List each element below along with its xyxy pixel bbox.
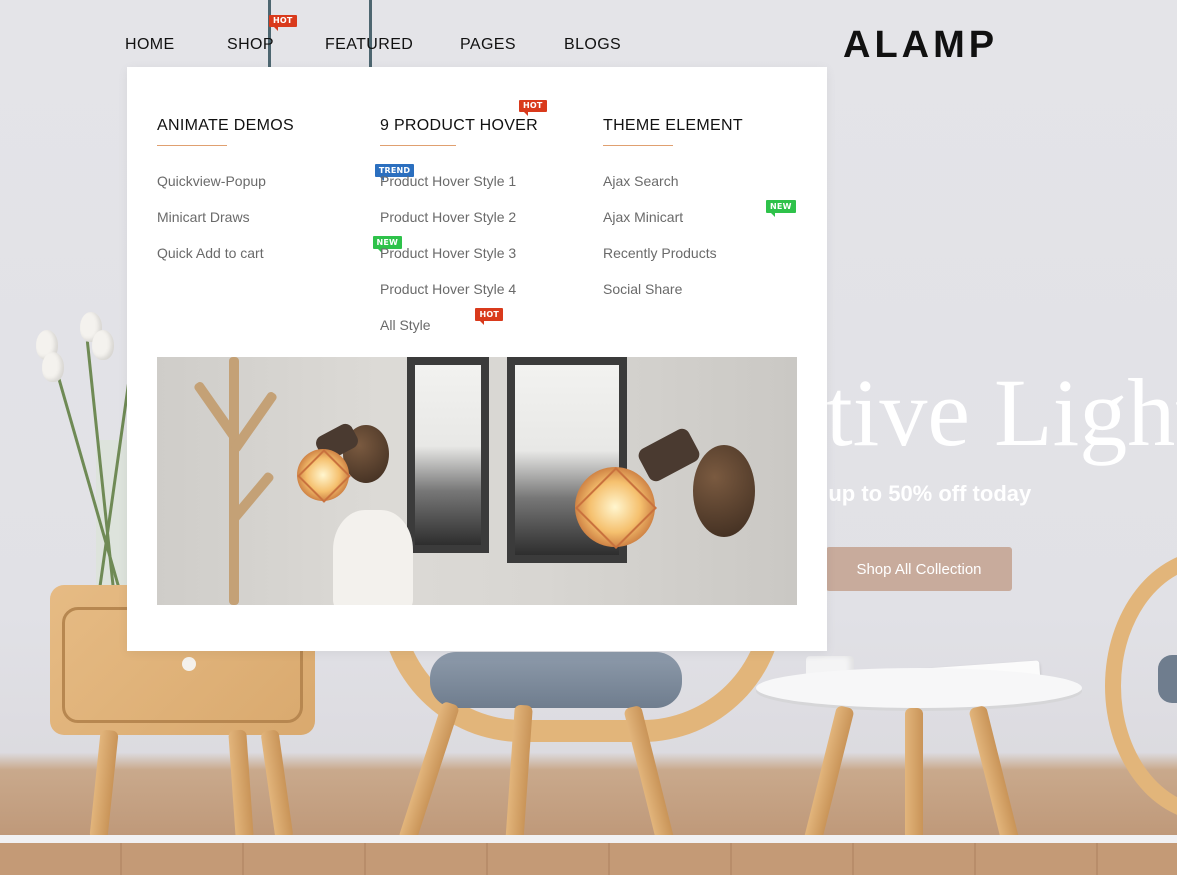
nav-label: BLOGS	[564, 36, 622, 53]
hero-title: tive Light	[826, 359, 1177, 466]
menu-list: Quickview-Popup TREND Minicart Draws Qui…	[157, 164, 415, 277]
menu-item-ajax-minicart[interactable]: Ajax Minicart NEW	[603, 200, 803, 241]
nav-label: PAGES	[460, 36, 516, 53]
menu-item-label: Product Hover Style 3	[380, 245, 517, 261]
nav-label: HOME	[125, 36, 175, 53]
baseboard	[0, 835, 1177, 843]
furniture-leg	[968, 704, 1020, 846]
menu-item-minicart-draws[interactable]: Minicart Draws	[157, 205, 357, 241]
side-table-top	[756, 668, 1082, 708]
menu-item-label: Ajax Search	[603, 173, 679, 189]
menu-list: Product Hover Style 1 Product Hover Styl…	[380, 169, 580, 349]
menu-item-hover-style-2[interactable]: Product Hover Style 2	[380, 205, 580, 241]
menu-item-hover-style-3[interactable]: Product Hover Style 3	[380, 241, 580, 277]
menu-item-label: Recently Products	[603, 245, 717, 261]
menu-item-recently-products[interactable]: Recently Products	[603, 241, 803, 277]
wall-lamp-base	[693, 445, 755, 537]
wood-floor	[0, 843, 1177, 875]
menu-item-label: Quick Add to cart	[157, 245, 264, 261]
nav-label: FEATURED	[325, 36, 414, 53]
nav-shop[interactable]: SHOP HOT	[227, 15, 325, 54]
white-vase	[333, 510, 413, 605]
heading-underline	[603, 145, 673, 146]
menu-item-label: Product Hover Style 2	[380, 209, 517, 225]
menu-item-social-share[interactable]: Social Share	[603, 277, 803, 313]
column-heading[interactable]: THEME ELEMENT	[603, 117, 803, 135]
coat-tree	[229, 357, 239, 605]
menu-item-label: Minicart Draws	[157, 209, 250, 225]
pendant-cord	[369, 0, 372, 70]
menu-item-hover-style-1[interactable]: Product Hover Style 1	[380, 169, 580, 205]
wall-lamp-arm	[635, 425, 703, 485]
nav-label: SHOP	[227, 36, 274, 53]
picture-frame	[407, 357, 489, 553]
menu-banner-image[interactable]	[157, 357, 797, 605]
menu-column-product-hover: 9 PRODUCT HOVER HOT Product Hover Style …	[380, 100, 580, 349]
heading-underline	[380, 145, 456, 146]
pendant-cord	[268, 0, 271, 70]
menu-item-label: All Style	[380, 317, 431, 333]
nav-featured[interactable]: FEATURED	[325, 36, 460, 54]
menu-column-theme-element: THEME ELEMENT Ajax Search Ajax Minicart …	[603, 117, 803, 313]
furniture-leg	[89, 729, 119, 841]
menu-item-label: Product Hover Style 1	[380, 173, 517, 189]
menu-item-label: Product Hover Style 4	[380, 281, 517, 297]
chair-cushion	[430, 652, 682, 708]
furniture-leg	[228, 729, 254, 841]
nav-blogs[interactable]: BLOGS	[564, 36, 621, 54]
hot-badge: HOT	[475, 308, 504, 321]
menu-column-animate-demos: ANIMATE DEMOS Quickview-Popup TREND Mini…	[157, 117, 415, 277]
site-logo[interactable]: ALAMP	[843, 24, 998, 67]
nav-pages[interactable]: PAGES	[460, 36, 564, 54]
hot-badge: HOT	[269, 15, 297, 31]
main-nav: HOME SHOP HOT FEATURED PAGES BLOGS	[125, 15, 621, 54]
hot-badge: HOT	[519, 100, 547, 116]
menu-item-label: Quickview-Popup	[157, 173, 266, 189]
shop-all-collection-button[interactable]: Shop All Collection	[826, 547, 1012, 591]
furniture-leg	[803, 704, 855, 846]
menu-item-label: Ajax Minicart	[603, 209, 684, 225]
column-heading[interactable]: ANIMATE DEMOS	[157, 117, 357, 135]
menu-item-label: Social Share	[603, 281, 683, 297]
column-heading[interactable]: 9 PRODUCT HOVER HOT	[380, 100, 580, 135]
menu-item-quick-add-to-cart[interactable]: Quick Add to cart NEW	[157, 236, 403, 277]
nav-home[interactable]: HOME	[125, 36, 227, 54]
drawer-knob	[182, 657, 196, 671]
menu-item-all-style[interactable]: All Style HOT	[380, 308, 580, 349]
menu-list: Ajax Search Ajax Minicart NEW Recently P…	[603, 169, 803, 313]
new-badge: NEW	[766, 200, 796, 213]
chair-cushion	[1158, 655, 1177, 703]
menu-item-quickview-popup[interactable]: Quickview-Popup TREND	[157, 164, 415, 205]
furniture-leg	[398, 700, 460, 845]
furniture-leg	[260, 729, 294, 841]
tulip-flower	[92, 330, 114, 360]
heading-underline	[157, 145, 227, 146]
tulip-flower	[42, 352, 64, 382]
furniture-leg	[905, 708, 923, 845]
shop-mega-menu: ANIMATE DEMOS Quickview-Popup TREND Mini…	[127, 67, 827, 651]
hero-subtitle: e up to 50% off today	[810, 481, 1032, 506]
